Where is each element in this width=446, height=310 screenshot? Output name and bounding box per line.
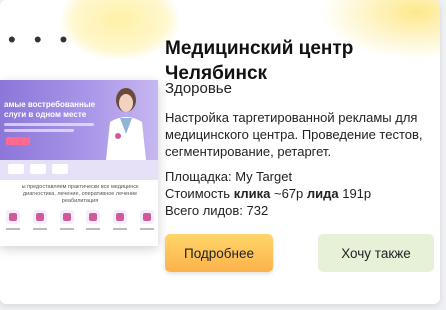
preview-icons (6, 210, 154, 230)
preview-chip (52, 164, 68, 174)
cost-lead-value: 191р (338, 186, 372, 201)
cost-lead-label: лида (306, 186, 339, 201)
dots-decoration: • • • (8, 27, 74, 52)
preview-button (6, 137, 30, 145)
more-details-button[interactable]: Подробнее (165, 234, 273, 272)
preview-line (4, 123, 94, 126)
platform-label: Площадка: My Target (165, 169, 293, 184)
decorative-blob (60, 0, 180, 60)
cost-line: Стоимость клика ~67р лида 191р (165, 185, 435, 202)
preview-hero-text: амые востребованные слуги в одном месте (4, 100, 96, 119)
want-same-button[interactable]: Хочу также (318, 234, 434, 272)
preview-icon-labels (6, 228, 154, 232)
preview-service-icon (139, 210, 154, 224)
preview-service-icon (113, 210, 128, 224)
cost-click-label: клика (233, 186, 271, 201)
case-title-line1: Медицинский центр (165, 38, 354, 59)
total-leads: Всего лидов: 732 (165, 203, 269, 218)
preview-service-icon (59, 210, 74, 224)
preview-body-text: ы предоставляем практически все медицинс… (21, 184, 139, 204)
preview-hero-banner: амые востребованные слуги в одном месте (0, 80, 158, 160)
case-title: Медицинский центр Челябинск (165, 36, 435, 86)
website-preview-image: амые востребованные слуги в одном месте … (0, 80, 158, 246)
preview-chip (8, 164, 24, 174)
case-category: Здоровье (165, 80, 232, 97)
cost-prefix: Стоимость (165, 186, 234, 201)
preview-line (4, 129, 74, 132)
preview-service-icon (86, 210, 101, 224)
preview-service-icon (32, 210, 47, 224)
case-card: • • • амые востребованные слуги в одном … (0, 0, 440, 304)
case-description: Настройка таргетированной рекламы для ме… (165, 110, 423, 159)
preview-chip (30, 164, 46, 174)
cost-click-value: ~67р (270, 186, 307, 201)
doctor-illustration (106, 88, 146, 160)
preview-service-icon (6, 210, 20, 224)
case-stats: Площадка: My Target Стоимость клика ~67р… (165, 168, 435, 219)
